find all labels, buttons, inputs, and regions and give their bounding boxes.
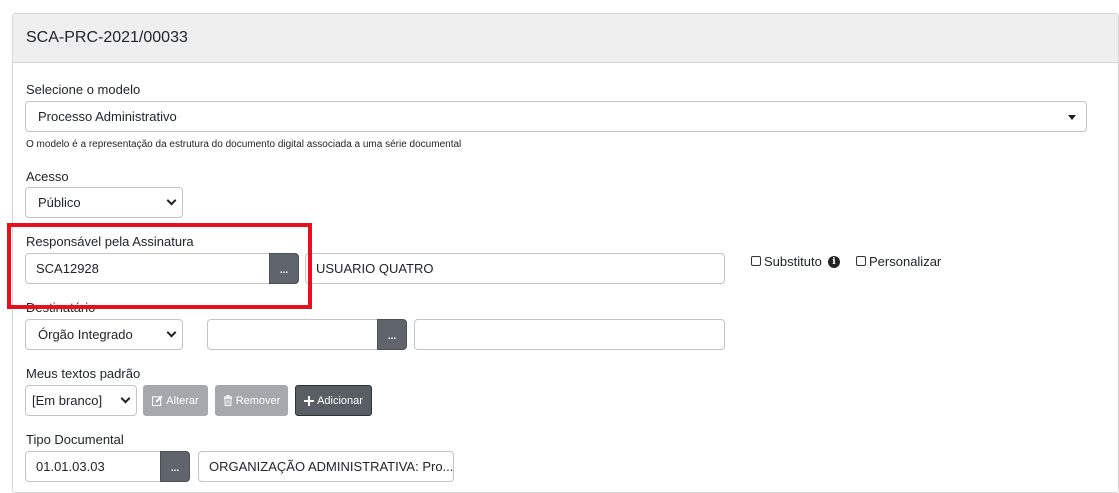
substituto-checkbox[interactable] bbox=[751, 256, 761, 266]
destinatario-code-input[interactable] bbox=[207, 319, 379, 350]
page-title: SCA-PRC-2021/00033 bbox=[26, 29, 188, 46]
tipo-name-input[interactable]: ORGANIZAÇÃO ADMINISTRATIVA: Pro... bbox=[198, 451, 454, 482]
acesso-select[interactable]: Público bbox=[25, 187, 183, 218]
textos-select[interactable]: [Em branco] bbox=[25, 385, 137, 416]
tipo-code-value: 01.01.03.03 bbox=[36, 459, 105, 474]
info-icon[interactable]: i bbox=[828, 256, 840, 268]
caret-down-icon bbox=[1068, 114, 1076, 120]
adicionar-label: Adicionar bbox=[317, 394, 363, 407]
modelo-select[interactable]: Processo Administrativo bbox=[25, 101, 1087, 132]
acesso-value: Público bbox=[38, 195, 81, 210]
adicionar-button[interactable]: Adicionar bbox=[295, 385, 372, 416]
tipo-name-value: ORGANIZAÇÃO ADMINISTRATIVA: Pro... bbox=[209, 459, 454, 474]
tipo-lookup-button[interactable]: ... bbox=[160, 451, 190, 482]
remover-button[interactable]: Remover bbox=[215, 385, 288, 416]
trash-icon bbox=[223, 395, 232, 406]
modelo-value: Processo Administrativo bbox=[38, 109, 177, 124]
tipo-label: Tipo Documental bbox=[26, 432, 124, 447]
personalizar-label: Personalizar bbox=[869, 254, 942, 269]
plus-icon bbox=[304, 395, 315, 406]
edit-icon bbox=[152, 395, 163, 406]
destinatario-type-value: Órgão Integrado bbox=[38, 327, 133, 342]
remover-label: Remover bbox=[235, 394, 281, 407]
textos-label: Meus textos padrão bbox=[26, 366, 141, 381]
modelo-label: Selecione o modelo bbox=[26, 82, 141, 97]
acesso-label: Acesso bbox=[26, 169, 69, 184]
modelo-help-text: O modelo é a representação da estrutura … bbox=[26, 139, 462, 150]
highlight-box bbox=[7, 223, 312, 309]
chevron-down-icon bbox=[166, 195, 177, 205]
destinatario-name-input[interactable] bbox=[414, 319, 725, 350]
chevron-down-icon bbox=[120, 393, 131, 403]
responsavel-name-value: USUARIO QUATRO bbox=[316, 261, 434, 276]
alterar-label: Alterar bbox=[166, 394, 199, 407]
card-header: SCA-PRC-2021/00033 bbox=[13, 14, 1118, 63]
chevron-down-icon bbox=[166, 327, 177, 337]
substituto-label: Substituto bbox=[764, 254, 822, 269]
alterar-button[interactable]: Alterar bbox=[143, 385, 208, 416]
tipo-code-input[interactable]: 01.01.03.03 bbox=[25, 451, 162, 482]
responsavel-name-input[interactable]: USUARIO QUATRO bbox=[305, 253, 725, 284]
destinatario-type-select[interactable]: Órgão Integrado bbox=[25, 319, 183, 350]
destinatario-lookup-button[interactable]: ... bbox=[377, 319, 407, 350]
personalizar-checkbox[interactable] bbox=[856, 256, 866, 266]
textos-value: [Em branco] bbox=[32, 393, 103, 408]
